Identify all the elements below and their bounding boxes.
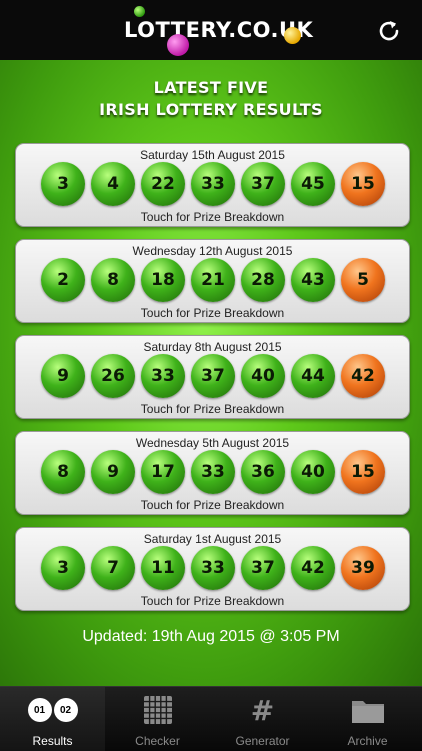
main-ball: 36: [241, 450, 285, 494]
main-ball: 45: [291, 162, 335, 206]
main-ball: 11: [141, 546, 185, 590]
prize-breakdown-link[interactable]: Touch for Prize Breakdown: [16, 210, 409, 224]
main-ball: 21: [191, 258, 235, 302]
main-ball: 26: [91, 354, 135, 398]
ball-row: 2 8 18 21 28 43 5: [41, 258, 391, 302]
main-ball: 37: [191, 354, 235, 398]
ball-row: 8 9 17 33 36 40 15: [41, 450, 391, 494]
ball-row: 9 26 33 37 40 44 42: [41, 354, 391, 398]
grid-icon: [143, 696, 172, 724]
logo-pink-ball: [167, 34, 189, 56]
main-ball: 33: [191, 546, 235, 590]
main-ball: 37: [241, 546, 285, 590]
bonus-ball: 15: [341, 162, 385, 206]
main-ball: 44: [291, 354, 335, 398]
main-ball: 18: [141, 258, 185, 302]
main-ball: 7: [91, 546, 135, 590]
tab-generator[interactable]: # Generator: [210, 687, 315, 751]
ball-row: 3 4 22 33 37 45 15: [41, 162, 391, 206]
refresh-button[interactable]: [372, 14, 406, 48]
main-ball: 28: [241, 258, 285, 302]
tab-label: Results: [32, 734, 73, 748]
app-header: LOTTERY.CO.UK: [0, 0, 422, 60]
tab-label: Archive: [347, 734, 388, 748]
results-icon: 01 02: [0, 693, 105, 727]
draw-date: Saturday 1st August 2015: [143, 532, 282, 546]
main-ball: 3: [41, 162, 85, 206]
main-ball: 3: [41, 546, 85, 590]
main-ball: 33: [191, 162, 235, 206]
prize-breakdown-link[interactable]: Touch for Prize Breakdown: [16, 306, 409, 320]
draw-date: Wednesday 12th August 2015: [132, 244, 293, 258]
main-ball: 42: [291, 546, 335, 590]
updated-timestamp: Updated: 19th Aug 2015 @ 3:05 PM: [82, 628, 340, 645]
results-icon-pill-1: 01: [27, 698, 52, 722]
ball-row: 3 7 11 33 37 42 39: [41, 546, 391, 590]
main-ball: 8: [41, 450, 85, 494]
main-ball: 4: [91, 162, 135, 206]
bonus-ball: 39: [341, 546, 385, 590]
prize-breakdown-link[interactable]: Touch for Prize Breakdown: [16, 594, 409, 608]
main-ball: 33: [191, 450, 235, 494]
tab-bar: 01 02 Results Checker # Generator Archiv…: [0, 686, 422, 751]
hash-icon: #: [250, 693, 275, 727]
draw-card-4[interactable]: Wednesday 5th August 2015 8 9 17 33 36 4…: [15, 431, 410, 515]
draw-date: Wednesday 5th August 2015: [135, 436, 290, 450]
bonus-ball: 42: [341, 354, 385, 398]
draw-card-2[interactable]: Wednesday 12th August 2015 2 8 18 21 28 …: [15, 239, 410, 323]
draw-date: Saturday 8th August 2015: [143, 340, 282, 354]
tab-checker[interactable]: Checker: [105, 687, 210, 751]
main-ball: 43: [291, 258, 335, 302]
tab-label: Checker: [135, 734, 180, 748]
main-ball: 40: [291, 450, 335, 494]
draw-card-1[interactable]: Saturday 15th August 2015 3 4 22 33 37 4…: [15, 143, 410, 227]
main-ball: 2: [41, 258, 85, 302]
prize-breakdown-link[interactable]: Touch for Prize Breakdown: [16, 498, 409, 512]
main-ball: 33: [141, 354, 185, 398]
page-title-line2: IRISH LOTTERY RESULTS: [99, 100, 323, 119]
bonus-ball: 15: [341, 450, 385, 494]
results-icon-pill-2: 02: [53, 698, 78, 722]
page-title-line1: LATEST FIVE: [153, 78, 269, 97]
main-ball: 22: [141, 162, 185, 206]
tab-archive[interactable]: Archive: [315, 687, 420, 751]
main-ball: 9: [91, 450, 135, 494]
results-panel: LATEST FIVE IRISH LOTTERY RESULTS Saturd…: [0, 60, 422, 686]
logo-yellow-ball: [284, 27, 301, 44]
tab-results[interactable]: 01 02 Results: [0, 687, 105, 751]
draw-card-3[interactable]: Saturday 8th August 2015 9 26 33 37 40 4…: [15, 335, 410, 419]
main-ball: 8: [91, 258, 135, 302]
folder-icon: [351, 701, 384, 723]
logo-green-ball: [134, 6, 145, 17]
main-ball: 9: [41, 354, 85, 398]
main-ball: 37: [241, 162, 285, 206]
draw-card-5[interactable]: Saturday 1st August 2015 3 7 11 33 37 42…: [15, 527, 410, 611]
prize-breakdown-link[interactable]: Touch for Prize Breakdown: [16, 402, 409, 416]
main-ball: 17: [141, 450, 185, 494]
tab-label: Generator: [235, 734, 290, 748]
bonus-ball: 5: [341, 258, 385, 302]
refresh-icon: [379, 21, 399, 41]
main-ball: 40: [241, 354, 285, 398]
draw-date: Saturday 15th August 2015: [140, 148, 285, 162]
